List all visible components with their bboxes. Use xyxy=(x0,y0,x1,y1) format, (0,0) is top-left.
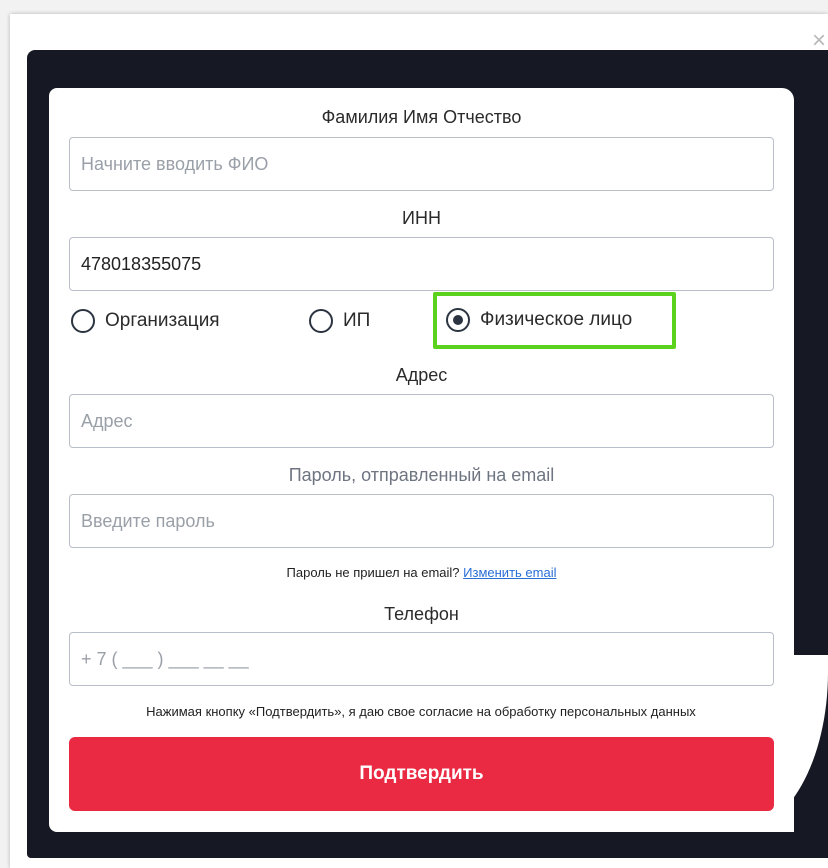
radio-checked-icon xyxy=(446,308,470,332)
password-label: Пароль, отправленный на email xyxy=(288,465,555,485)
radio-individual-label: Физическое лицо xyxy=(480,309,633,330)
submit-label: Подтвердить xyxy=(359,763,484,784)
consent-text: Нажимая кнопку «Подтвердить», я даю свое… xyxy=(146,704,696,719)
fio-input[interactable]: Начните вводить ФИО xyxy=(69,137,774,191)
radio-circle-icon xyxy=(309,309,333,333)
password-input[interactable]: Введите пароль xyxy=(69,494,774,548)
password-placeholder: Введите пароль xyxy=(81,510,215,531)
close-button[interactable]: × xyxy=(812,30,828,52)
radio-ip[interactable]: ИП xyxy=(309,309,370,333)
frame-edge xyxy=(794,88,828,688)
radio-ip-label: ИП xyxy=(343,310,371,331)
phone-label: Телефон xyxy=(384,604,459,624)
password-hint: Пароль не пришел на email? Изменить emai… xyxy=(69,565,774,580)
inn-label: ИНН xyxy=(402,208,441,228)
inn-input[interactable]: 478018355075 xyxy=(69,237,774,291)
fio-placeholder: Начните вводить ФИО xyxy=(81,153,269,174)
phone-input[interactable]: + 7 ( ___ ) ___ __ __ xyxy=(69,632,774,686)
radio-circle-icon xyxy=(71,309,95,333)
address-input[interactable]: Адрес xyxy=(69,394,774,448)
phone-placeholder: + 7 ( ___ ) ___ __ __ xyxy=(81,648,249,669)
inn-value: 478018355075 xyxy=(81,253,202,274)
submit-button[interactable]: Подтвердить xyxy=(69,737,774,811)
radio-organization-label: Организация xyxy=(105,310,220,331)
radio-individual[interactable]: Физическое лицо xyxy=(446,308,632,332)
form-panel xyxy=(49,88,794,832)
password-hint-text: Пароль не пришел на email? xyxy=(286,565,460,580)
fio-label: Фамилия Имя Отчество xyxy=(321,107,522,127)
address-placeholder: Адрес xyxy=(81,410,133,431)
address-label: Адрес xyxy=(395,365,448,385)
change-email-link[interactable]: Изменить email xyxy=(463,565,556,580)
radio-organization[interactable]: Организация xyxy=(71,309,220,333)
